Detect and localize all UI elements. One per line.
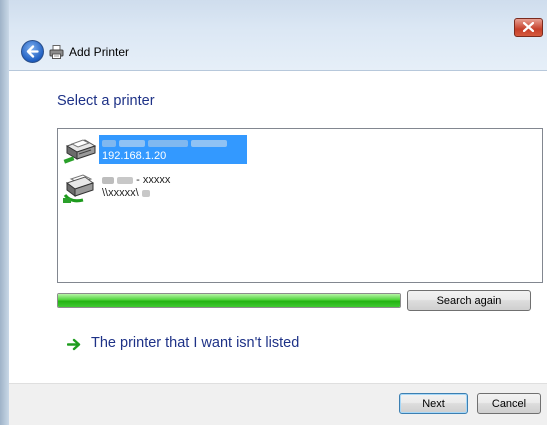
back-button[interactable] bbox=[21, 40, 44, 63]
close-icon bbox=[523, 22, 534, 32]
green-arrow-icon bbox=[67, 338, 81, 351]
next-button[interactable]: Next bbox=[399, 393, 468, 414]
printer-list-item[interactable]: - xxxxx \\xxxxx\ bbox=[60, 171, 300, 203]
cancel-button[interactable]: Cancel bbox=[477, 393, 541, 414]
printer-path: \\xxxxx\ bbox=[102, 187, 150, 199]
add-printer-window: Add Printer Select a printer 192.168.1.2… bbox=[0, 0, 547, 425]
wizard-footer: Next Cancel bbox=[9, 383, 547, 425]
network-printer-icon bbox=[63, 139, 97, 164]
printer-name-redacted bbox=[102, 137, 228, 149]
wizard-content: Select a printer 192.168.1.20 - xxxxx \\… bbox=[9, 71, 547, 384]
shared-printer-icon bbox=[63, 174, 95, 203]
progress-fill bbox=[58, 294, 400, 307]
title-bar: Add Printer bbox=[9, 0, 547, 71]
not-listed-label[interactable]: The printer that I want isn't listed bbox=[91, 335, 299, 351]
window-title: Add Printer bbox=[69, 45, 130, 59]
printer-name: - xxxxx bbox=[102, 174, 170, 186]
printer-list[interactable]: 192.168.1.20 - xxxxx \\xxxxx\ bbox=[57, 128, 543, 283]
printer-address: 192.168.1.20 bbox=[102, 150, 167, 162]
close-button[interactable] bbox=[514, 18, 543, 37]
printer-icon bbox=[49, 45, 64, 59]
page-heading: Select a printer bbox=[57, 93, 155, 109]
back-arrow-icon bbox=[26, 45, 39, 58]
printer-list-item[interactable]: 192.168.1.20 bbox=[60, 132, 300, 164]
search-again-button[interactable]: Search again bbox=[407, 290, 531, 311]
search-progress-bar bbox=[57, 293, 401, 308]
